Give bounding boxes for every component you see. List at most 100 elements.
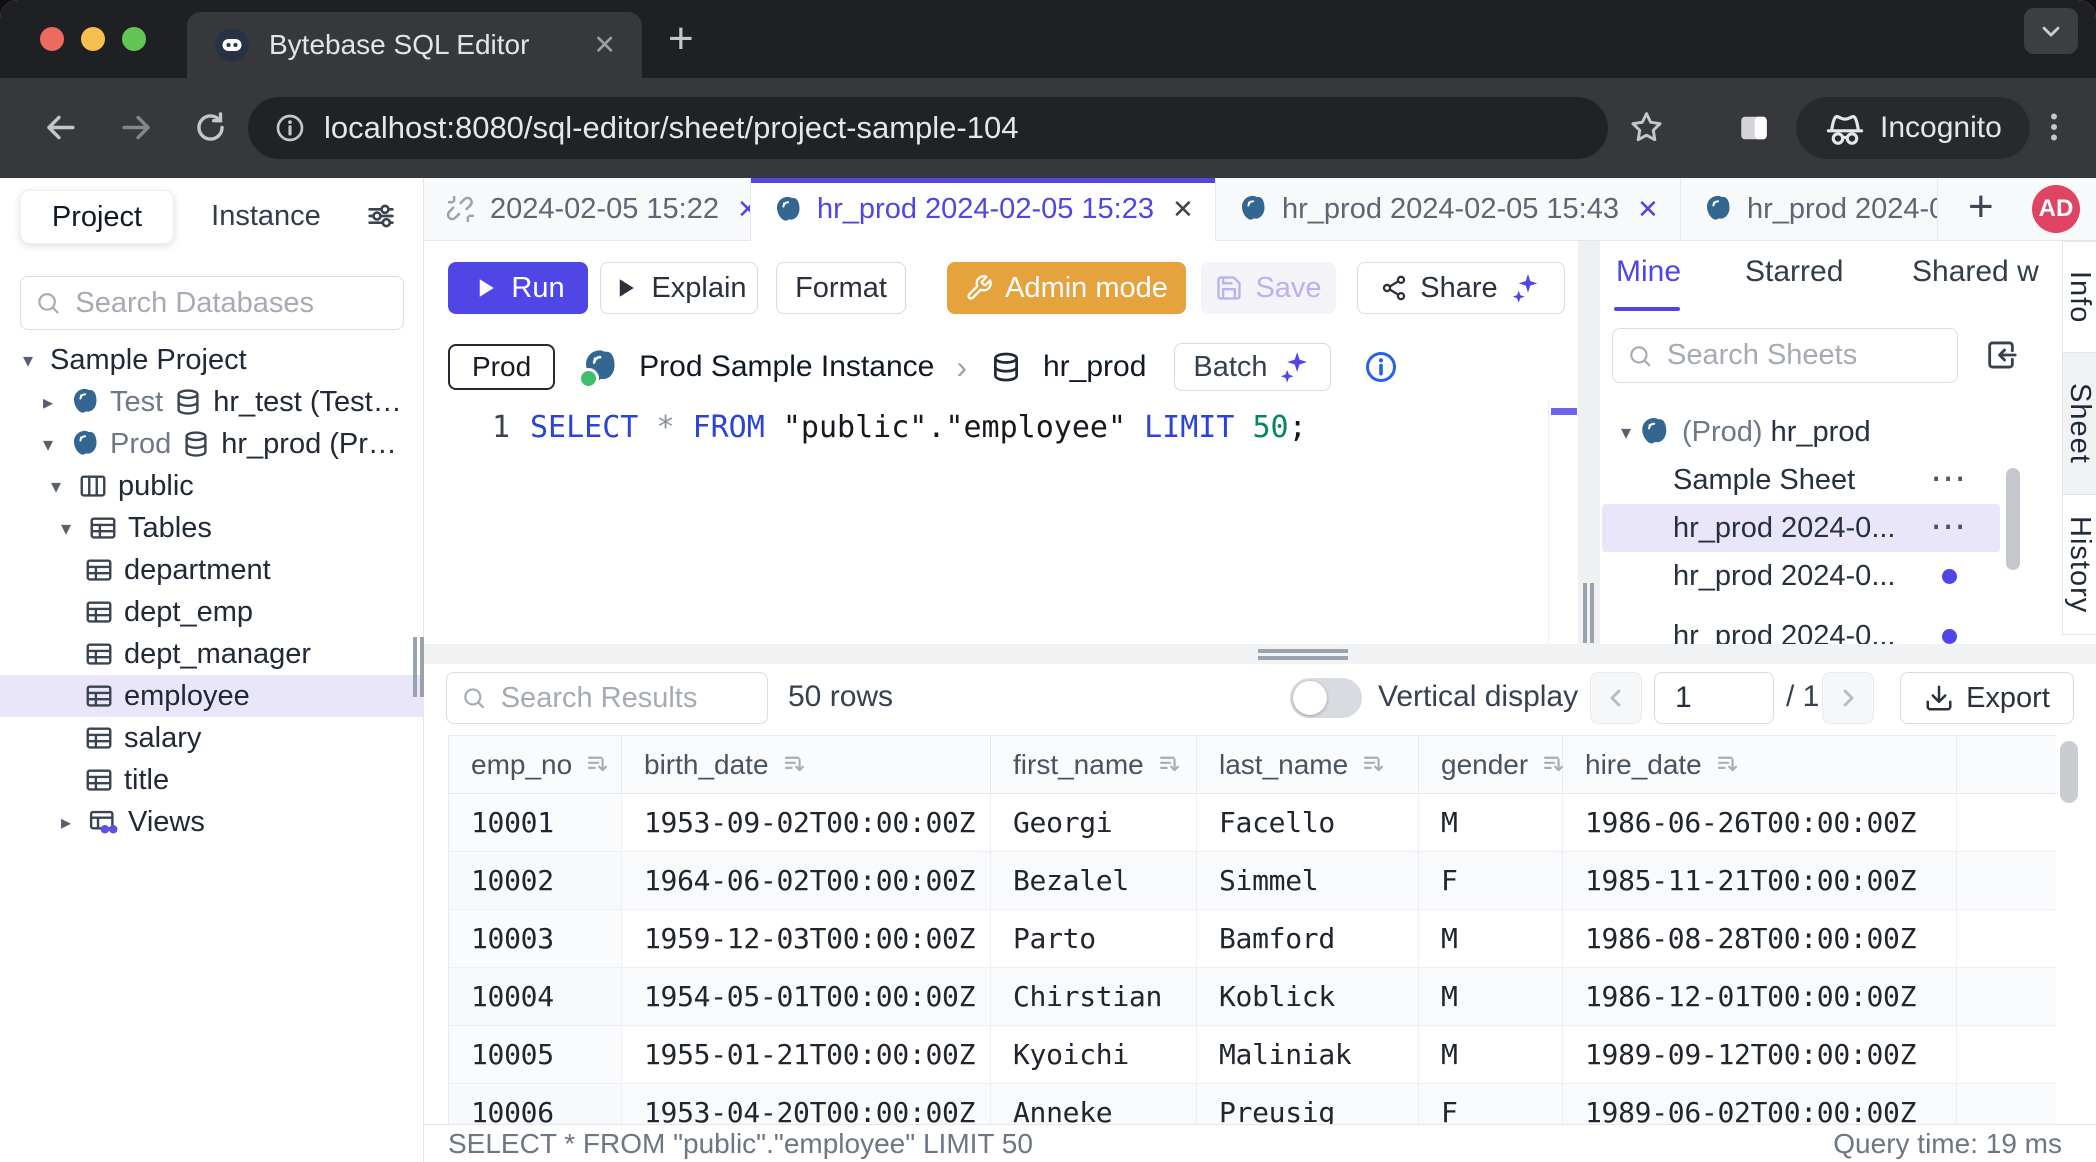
schema-icon [78,471,108,501]
side-tab-history[interactable]: History [2063,495,2096,635]
tree-item[interactable]: ▾public [0,465,424,507]
sheet-item[interactable]: hr_prod 2024-0...⋯ [1602,504,2000,552]
tab-project[interactable]: Project [20,190,174,244]
sheet-item[interactable]: hr_prod 2024-0... [1600,612,2062,644]
batch-button[interactable]: Batch [1174,343,1330,391]
tab-starred[interactable]: Starred [1745,255,1843,289]
side-panel-icon[interactable] [1736,110,1772,151]
tab-shared[interactable]: Shared w [1912,255,2039,289]
filter-settings-button[interactable] [365,200,397,237]
explain-button[interactable]: Explain [600,262,758,314]
more-menu-icon[interactable]: ⋯ [1930,505,1968,547]
next-page-button[interactable] [1822,672,1874,724]
table-row[interactable]: 100061953-04-20T00:00:00ZAnnekePreusigF1… [449,1084,2056,1124]
sort-icon [1714,751,1741,778]
column-header[interactable]: birth_date [622,736,991,793]
tree-item[interactable]: ▸Views [0,801,424,843]
sheet-item[interactable]: hr_prod 2024-0... [1600,552,2062,600]
window-minimize-button[interactable] [81,27,105,51]
table-row[interactable]: 100041954-05-01T00:00:00ZChirstianKoblic… [449,968,2056,1026]
new-sheet-tab-button[interactable]: + [1968,182,1994,232]
import-sheet-icon[interactable] [1984,338,2018,377]
tab-instance[interactable]: Instance [198,190,334,242]
back-button[interactable] [42,109,79,151]
tree-item[interactable]: salary [0,717,424,759]
column-header[interactable]: last_name [1197,736,1419,793]
database-tree: ▾Sample Project▸Testhr_test (Test…▾Prodh… [0,339,424,843]
instance-name[interactable]: Prod Sample Instance [639,350,934,384]
search-sheets-input[interactable] [1665,338,1943,373]
side-tab-sheet[interactable]: Sheet [2063,353,2096,495]
info-icon[interactable] [1363,349,1399,385]
run-button[interactable]: Run [448,262,588,314]
window-close-button[interactable] [40,27,64,51]
page-number-input[interactable] [1654,672,1774,724]
cell: 10005 [449,1026,622,1083]
editor-tab[interactable]: hr_prod 2024-0 [1681,178,1938,240]
vertical-display-toggle[interactable] [1290,678,1362,718]
sql-editor[interactable]: 1 SELECT * FROM "public"."employee" LIMI… [424,400,1548,644]
editor-minimap[interactable] [1548,400,1578,644]
editor-tab[interactable]: hr_prod 2024-02-05 15:43✕ [1216,178,1681,240]
admin-mode-button[interactable]: Admin mode [947,262,1186,314]
format-button[interactable]: Format [776,262,906,314]
ai-sparkle-icon [1278,350,1312,384]
side-tab-info[interactable]: Info [2063,242,2096,353]
column-header[interactable]: emp_no [449,736,622,793]
column-header[interactable]: hire_date [1563,736,1957,793]
search-results-input[interactable] [499,681,753,716]
sheet-scrollbar-thumb[interactable] [2006,468,2020,570]
bookmark-star-icon[interactable] [1628,109,1665,151]
forward-button[interactable] [118,109,155,151]
search-icon [461,683,487,713]
tree-item[interactable]: ▾Tables [0,507,424,549]
sidebar: Project Instance ▾Sample Project▸Testhr_… [0,178,424,1162]
tab-mine[interactable]: Mine [1616,255,1681,289]
tree-item[interactable]: title [0,759,424,801]
share-button[interactable]: Share [1357,262,1565,314]
splitter-handle[interactable] [1583,583,1595,643]
tree-item[interactable]: dept_manager [0,633,424,675]
tree-item[interactable]: dept_emp [0,591,424,633]
column-header[interactable]: first_name [991,736,1197,793]
more-menu-icon[interactable]: ⋯ [1930,457,1968,499]
table-row[interactable]: 100051955-01-21T00:00:00ZKyoichiMaliniak… [449,1026,2056,1084]
site-info-icon[interactable] [274,112,306,144]
table-row[interactable]: 100011953-09-02T00:00:00ZGeorgiFacelloM1… [449,794,2056,852]
close-tab-icon[interactable]: ✕ [737,194,751,225]
tree-item[interactable]: department [0,549,424,591]
database-name[interactable]: hr_prod [1043,350,1146,384]
cell [1957,968,2056,1025]
tree-item[interactable]: ▾Sample Project [0,339,424,381]
column-label: gender [1441,749,1528,781]
browser-tab[interactable]: Bytebase SQL Editor ✕ [187,12,642,78]
panel-splitter[interactable] [1578,241,1600,644]
url-bar[interactable]: localhost:8080/sql-editor/sheet/project-… [248,97,1608,159]
table-scrollbar-thumb[interactable] [2060,741,2078,803]
close-tab-icon[interactable]: ✕ [1172,194,1194,225]
window-zoom-button[interactable] [122,27,146,51]
results-splitter[interactable] [424,644,2096,664]
close-tab-icon[interactable]: ✕ [1637,194,1659,225]
avatar[interactable]: AD [2032,185,2080,233]
tree-item[interactable]: ▸Testhr_test (Test… [0,381,424,423]
tree-item[interactable]: ▾Prodhr_prod (Pr… [0,423,424,465]
editor-tab[interactable]: 2024-02-05 15:22✕ [424,178,751,240]
ai-sparkle-icon[interactable] [1510,272,1542,304]
close-browser-tab-icon[interactable]: ✕ [593,30,616,61]
save-button[interactable]: Save [1201,262,1336,314]
editor-tab[interactable]: hr_prod 2024-02-05 15:23✕ [751,178,1216,241]
sheet-item[interactable]: Sample Sheet⋯ [1600,456,2062,504]
export-button[interactable]: Export [1900,672,2074,724]
reload-button[interactable] [192,109,229,151]
column-header[interactable]: gender [1419,736,1563,793]
new-browser-tab-button[interactable]: + [668,14,694,64]
browser-menu-button[interactable] [2036,109,2072,150]
table-row[interactable]: 100021964-06-02T00:00:00ZBezalelSimmelF1… [449,852,2056,910]
search-databases-input[interactable] [73,286,389,321]
table-row[interactable]: 100031959-12-03T00:00:00ZPartoBamfordM19… [449,910,2056,968]
prev-page-button[interactable] [1590,672,1642,724]
tab-search-chevron-button[interactable] [2024,8,2078,54]
sheet-group[interactable]: ▾(Prod) hr_prod [1600,408,2062,456]
tree-item[interactable]: employee [0,675,424,717]
